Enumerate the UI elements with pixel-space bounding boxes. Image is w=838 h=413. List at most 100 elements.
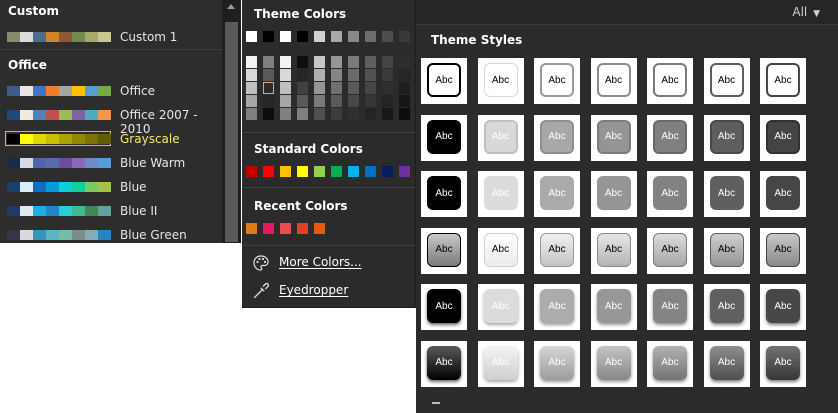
theme-shade-swatch[interactable] [382, 56, 393, 68]
standard-color-swatch[interactable] [382, 166, 393, 177]
theme-style-tile[interactable]: Abc [421, 58, 467, 104]
theme-shade-swatch[interactable] [246, 69, 257, 81]
theme-shade-swatch[interactable] [348, 95, 359, 107]
theme-shade-swatch[interactable] [365, 56, 376, 68]
theme-shade-swatch[interactable] [399, 56, 410, 68]
theme-shade-swatch[interactable] [314, 82, 325, 94]
theme-style-tile[interactable]: Abc [534, 58, 580, 104]
theme-shade-swatch[interactable] [263, 95, 274, 107]
scroll-up-arrow-icon[interactable] [227, 4, 235, 9]
standard-color-swatch[interactable] [348, 166, 359, 177]
theme-style-tile[interactable]: Abc [590, 340, 637, 387]
theme-color-swatch[interactable] [263, 31, 274, 42]
theme-style-tile[interactable]: Abc [477, 58, 524, 104]
theme-color-swatch[interactable] [246, 31, 257, 42]
theme-shade-swatch[interactable] [382, 95, 393, 107]
standard-color-swatch[interactable] [314, 166, 325, 177]
recent-color-swatch[interactable] [263, 223, 274, 234]
theme-style-tile[interactable]: Abc [590, 114, 637, 161]
theme-shade-swatch[interactable] [263, 69, 274, 81]
variant-office[interactable]: Office [0, 80, 222, 102]
theme-shade-swatch[interactable] [348, 69, 359, 81]
theme-style-tile[interactable]: Abc [590, 58, 637, 104]
variant-blue-warm[interactable]: Blue Warm [0, 152, 222, 174]
theme-shade-swatch[interactable] [382, 82, 393, 94]
standard-color-swatch[interactable] [280, 166, 291, 177]
theme-shade-swatch[interactable] [331, 108, 342, 120]
theme-shade-swatch[interactable] [365, 82, 376, 94]
theme-style-tile[interactable]: Abc [760, 227, 806, 274]
theme-style-tile[interactable]: Abc [760, 58, 806, 104]
theme-shade-swatch[interactable] [314, 56, 325, 68]
theme-style-tile[interactable]: Abc [703, 284, 750, 330]
theme-shade-swatch[interactable] [399, 82, 410, 94]
theme-shade-swatch[interactable] [399, 69, 410, 81]
theme-style-tile[interactable]: Abc [647, 284, 693, 330]
theme-shade-swatch[interactable] [348, 82, 359, 94]
theme-shade-swatch[interactable] [280, 108, 291, 120]
more-colors-button[interactable]: More Colors... [252, 252, 402, 274]
theme-color-swatch[interactable] [280, 31, 291, 42]
theme-style-tile[interactable]: Abc [760, 340, 806, 387]
theme-color-swatch[interactable] [365, 31, 376, 42]
theme-shade-swatch[interactable] [314, 69, 325, 81]
theme-style-tile[interactable]: Abc [703, 114, 750, 161]
theme-style-tile[interactable]: Abc [647, 227, 693, 274]
theme-shade-swatch[interactable] [331, 82, 342, 94]
theme-style-tile[interactable]: Abc [760, 114, 806, 161]
theme-shade-swatch[interactable] [331, 69, 342, 81]
recent-color-swatch[interactable] [280, 223, 291, 234]
variant-office-2007-2010[interactable]: Office 2007 - 2010 [0, 104, 222, 136]
theme-style-tile[interactable]: Abc [421, 284, 467, 330]
eyedropper-button[interactable]: Eyedropper [252, 280, 402, 302]
theme-color-swatch[interactable] [297, 31, 308, 42]
theme-style-tile[interactable]: Abc [421, 227, 467, 274]
theme-color-swatch[interactable] [314, 31, 325, 42]
theme-shade-swatch[interactable] [280, 69, 291, 81]
theme-style-tile[interactable]: Abc [647, 340, 693, 387]
theme-shade-swatch[interactable] [297, 82, 308, 94]
theme-style-tile[interactable]: Abc [760, 284, 806, 330]
theme-style-tile[interactable]: Abc [477, 340, 524, 387]
standard-color-swatch[interactable] [331, 166, 342, 177]
theme-shade-swatch[interactable] [399, 108, 410, 120]
theme-shade-swatch[interactable] [399, 95, 410, 107]
recent-color-swatch[interactable] [246, 223, 257, 234]
theme-shade-swatch[interactable] [263, 82, 274, 94]
theme-shade-swatch[interactable] [297, 108, 308, 120]
theme-shade-swatch[interactable] [246, 56, 257, 68]
theme-style-tile[interactable]: Abc [477, 227, 524, 274]
variants-scrollbar[interactable] [222, 0, 241, 243]
theme-style-tile[interactable]: Abc [590, 227, 637, 274]
theme-shade-swatch[interactable] [246, 82, 257, 94]
theme-style-tile[interactable]: Abc [647, 171, 693, 217]
theme-style-tile[interactable]: Abc [534, 227, 580, 274]
theme-style-tile[interactable]: Abc [477, 114, 524, 161]
theme-shade-swatch[interactable] [348, 108, 359, 120]
theme-shade-swatch[interactable] [382, 69, 393, 81]
theme-color-swatch[interactable] [382, 31, 393, 42]
variant-custom-1[interactable]: Custom 1 [0, 26, 222, 48]
theme-shade-swatch[interactable] [314, 95, 325, 107]
standard-color-swatch[interactable] [399, 166, 410, 177]
recent-color-swatch[interactable] [297, 223, 308, 234]
theme-shade-swatch[interactable] [314, 108, 325, 120]
recent-color-swatch[interactable] [314, 223, 325, 234]
variant-grayscale[interactable]: Grayscale [0, 128, 222, 150]
theme-shade-swatch[interactable] [263, 108, 274, 120]
theme-style-tile[interactable]: Abc [421, 171, 467, 217]
theme-style-tile[interactable]: Abc [590, 284, 637, 330]
theme-shade-swatch[interactable] [365, 95, 376, 107]
standard-color-swatch[interactable] [263, 166, 274, 177]
theme-shade-swatch[interactable] [365, 69, 376, 81]
theme-style-tile[interactable]: Abc [477, 284, 524, 330]
theme-shade-swatch[interactable] [365, 108, 376, 120]
scrollbar-thumb[interactable] [225, 22, 238, 242]
theme-shade-swatch[interactable] [280, 56, 291, 68]
theme-color-swatch[interactable] [399, 31, 410, 42]
theme-style-tile[interactable]: Abc [703, 58, 750, 104]
theme-style-tile[interactable]: Abc [534, 114, 580, 161]
theme-style-tile[interactable]: Abc [647, 58, 693, 104]
theme-style-tile[interactable]: Abc [703, 340, 750, 387]
standard-color-swatch[interactable] [297, 166, 308, 177]
